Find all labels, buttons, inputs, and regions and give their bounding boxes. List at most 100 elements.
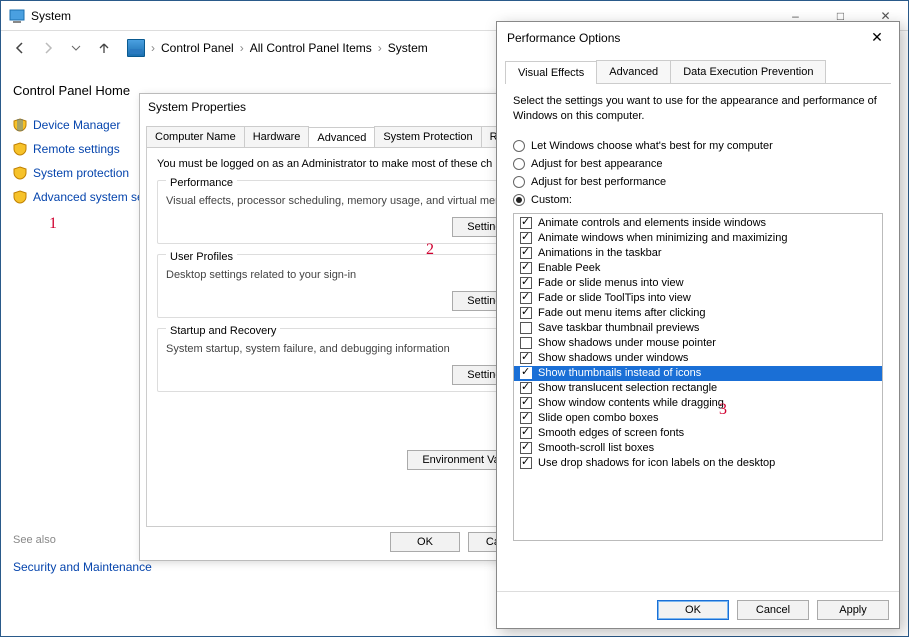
back-button[interactable] bbox=[9, 37, 31, 59]
checkbox-icon bbox=[520, 427, 532, 439]
check-option[interactable]: Show translucent selection rectangle bbox=[514, 381, 882, 396]
check-label: Show window contents while dragging bbox=[538, 397, 724, 409]
check-label: Fade or slide ToolTips into view bbox=[538, 292, 691, 304]
tab-hardware[interactable]: Hardware bbox=[244, 126, 310, 147]
chevron-right-icon: › bbox=[378, 41, 382, 55]
check-option[interactable]: Slide open combo boxes bbox=[514, 411, 882, 426]
system-icon bbox=[9, 8, 25, 24]
radio-option[interactable]: Adjust for best performance bbox=[509, 173, 887, 191]
dialog-titlebar: Performance Options ✕ bbox=[497, 22, 899, 54]
check-option[interactable]: Fade or slide ToolTips into view bbox=[514, 291, 882, 306]
tab-panel: Select the settings you want to use for … bbox=[505, 83, 891, 545]
section-legend: Startup and Recovery bbox=[166, 325, 280, 337]
checkbox-icon bbox=[520, 397, 532, 409]
check-label: Show shadows under windows bbox=[538, 352, 688, 364]
up-button[interactable] bbox=[93, 37, 115, 59]
checkbox-icon bbox=[520, 307, 532, 319]
security-maintenance-link[interactable]: Security and Maintenance bbox=[13, 560, 169, 574]
radio-label: Custom: bbox=[531, 194, 572, 206]
sidebar-link-label: System protection bbox=[33, 166, 129, 180]
check-option[interactable]: Use drop shadows for icon labels on the … bbox=[514, 456, 882, 471]
chevron-right-icon: › bbox=[240, 41, 244, 55]
check-option[interactable]: Show shadows under mouse pointer bbox=[514, 336, 882, 351]
check-label: Animate windows when minimizing and maxi… bbox=[538, 232, 787, 244]
checkbox-icon bbox=[520, 352, 532, 364]
section-user-profiles: User ProfilesDesktop settings related to… bbox=[157, 254, 531, 318]
cancel-button[interactable]: Cancel bbox=[737, 600, 809, 620]
annotation-2: 2 bbox=[426, 241, 434, 259]
check-option[interactable]: Smooth edges of screen fonts bbox=[514, 426, 882, 441]
tab-advanced[interactable]: Advanced bbox=[596, 60, 671, 83]
check-option[interactable]: Enable Peek bbox=[514, 261, 882, 276]
radio-icon bbox=[513, 194, 525, 206]
check-label: Fade or slide menus into view bbox=[538, 277, 684, 289]
checkbox-icon bbox=[520, 382, 532, 394]
computer-icon bbox=[127, 39, 145, 57]
system-properties-dialog: System Properties Computer NameHardwareA… bbox=[139, 93, 549, 561]
chevron-right-icon: › bbox=[151, 41, 155, 55]
check-option[interactable]: Animate controls and elements inside win… bbox=[514, 216, 882, 231]
breadcrumb-item[interactable]: All Control Panel Items bbox=[250, 41, 372, 55]
breadcrumb-item[interactable]: System bbox=[388, 41, 428, 55]
ok-button[interactable]: OK bbox=[657, 600, 729, 620]
check-option[interactable]: Show thumbnails instead of icons bbox=[514, 366, 882, 381]
check-option[interactable]: Smooth-scroll list boxes bbox=[514, 441, 882, 456]
tab-data-execution-prevention[interactable]: Data Execution Prevention bbox=[670, 60, 826, 83]
checkbox-icon bbox=[520, 337, 532, 349]
ok-button[interactable]: OK bbox=[390, 532, 460, 552]
check-option[interactable]: Show window contents while dragging bbox=[514, 396, 882, 411]
check-option[interactable]: Show shadows under windows bbox=[514, 351, 882, 366]
check-label: Enable Peek bbox=[538, 262, 600, 274]
annotation-3: 3 bbox=[719, 401, 727, 419]
radio-option[interactable]: Let Windows choose what's best for my co… bbox=[509, 137, 887, 155]
forward-button[interactable] bbox=[37, 37, 59, 59]
dialog-title: System Properties bbox=[140, 94, 548, 120]
window-title: System bbox=[31, 9, 71, 23]
check-label: Use drop shadows for icon labels on the … bbox=[538, 457, 775, 469]
tab-computer-name[interactable]: Computer Name bbox=[146, 126, 245, 147]
section-desc: Desktop settings related to your sign-in bbox=[166, 269, 522, 281]
shield-icon bbox=[13, 190, 27, 204]
tab-advanced[interactable]: Advanced bbox=[308, 127, 375, 148]
check-option[interactable]: Animate windows when minimizing and maxi… bbox=[514, 231, 882, 246]
checkbox-icon bbox=[520, 217, 532, 229]
tab-system-protection[interactable]: System Protection bbox=[374, 126, 481, 147]
check-option[interactable]: Fade out menu items after clicking bbox=[514, 306, 882, 321]
check-label: Smooth-scroll list boxes bbox=[538, 442, 654, 454]
tab-panel: You must be logged on as an Administrato… bbox=[146, 147, 542, 527]
breadcrumb-item[interactable]: Control Panel bbox=[161, 41, 234, 55]
check-option[interactable]: Save taskbar thumbnail previews bbox=[514, 321, 882, 336]
checkbox-icon bbox=[520, 442, 532, 454]
close-icon[interactable]: ✕ bbox=[865, 29, 889, 46]
visual-effects-list[interactable]: Animate controls and elements inside win… bbox=[513, 213, 883, 541]
radio-option[interactable]: Custom: bbox=[509, 191, 887, 209]
checkbox-icon bbox=[520, 247, 532, 259]
check-option[interactable]: Animations in the taskbar bbox=[514, 246, 882, 261]
check-label: Smooth edges of screen fonts bbox=[538, 427, 684, 439]
intro-text: Select the settings you want to use for … bbox=[509, 94, 887, 125]
check-label: Show thumbnails instead of icons bbox=[538, 367, 701, 379]
section-startup-and-recovery: Startup and RecoverySystem startup, syst… bbox=[157, 328, 531, 392]
checkbox-icon bbox=[520, 232, 532, 244]
radio-label: Adjust for best appearance bbox=[531, 158, 662, 170]
checkbox-icon bbox=[520, 457, 532, 469]
dialog-title: Performance Options bbox=[507, 31, 620, 45]
tab-visual-effects[interactable]: Visual Effects bbox=[505, 61, 597, 84]
annotation-1: 1 bbox=[49, 215, 57, 233]
apply-button[interactable]: Apply bbox=[817, 600, 889, 620]
radio-label: Let Windows choose what's best for my co… bbox=[531, 140, 773, 152]
check-label: Show shadows under mouse pointer bbox=[538, 337, 716, 349]
checkbox-icon bbox=[520, 367, 532, 379]
check-label: Animations in the taskbar bbox=[538, 247, 662, 259]
check-label: Animate controls and elements inside win… bbox=[538, 217, 766, 229]
check-option[interactable]: Fade or slide menus into view bbox=[514, 276, 882, 291]
radio-label: Adjust for best performance bbox=[531, 176, 666, 188]
history-dropdown[interactable] bbox=[65, 37, 87, 59]
checkbox-icon bbox=[520, 292, 532, 304]
checkbox-icon bbox=[520, 412, 532, 424]
checkbox-icon bbox=[520, 322, 532, 334]
check-label: Show translucent selection rectangle bbox=[538, 382, 717, 394]
shield-icon bbox=[13, 142, 27, 156]
radio-option[interactable]: Adjust for best appearance bbox=[509, 155, 887, 173]
performance-options-dialog: Performance Options ✕ Visual EffectsAdva… bbox=[496, 21, 900, 629]
